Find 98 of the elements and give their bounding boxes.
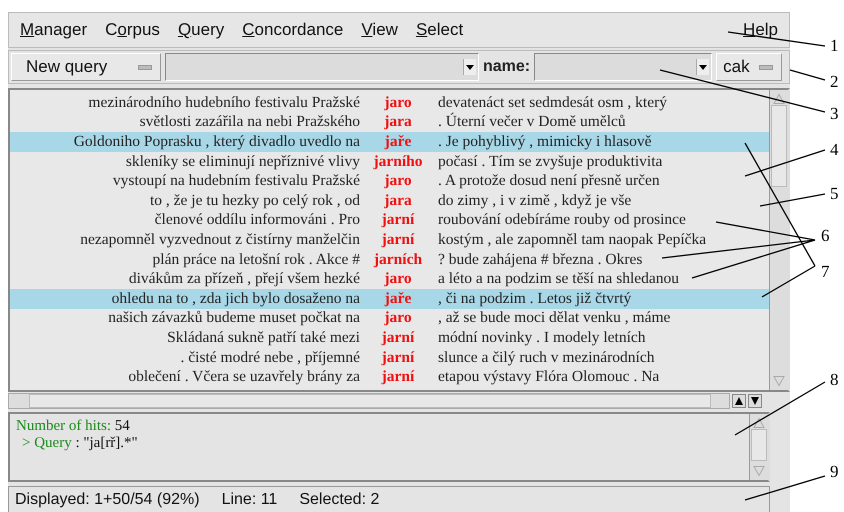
- right-context: etapou výstavy Flóra Olomouc . Na: [437, 368, 660, 386]
- menu-item[interactable]: Select: [408, 18, 470, 42]
- left-context: skleníky se eliminují nepříznivé vlivy: [124, 152, 360, 171]
- left-context: nezapomněl vyzvednout z čistírny manželčin: [79, 230, 360, 249]
- keyword: jarní: [380, 230, 416, 249]
- right-context: . Je pohyblivý , mimicky i hlasově: [437, 132, 652, 151]
- concordance-row[interactable]: plán práce na letošní rok . Akce # jarních ? bude zahájena # března . Okres: [10, 250, 769, 270]
- displayed-status: Displayed: 1+50/54 (92%): [15, 491, 200, 509]
- scroll-up-icon[interactable]: [753, 417, 765, 429]
- right-context: a léto a na podzim se těší na shledanou: [437, 270, 680, 288]
- callout-number: 5: [830, 184, 838, 204]
- left-context: to , že je tu hezky po celý rok , od: [148, 192, 360, 210]
- right-context: devatenáct set sedmdesát osm , který: [437, 94, 667, 112]
- right-context: kostým , ale zapomněl tam naopak Pepíčka: [437, 230, 706, 249]
- concordance-row[interactable]: vystoupí na hudebním festivalu Pražské jaro . A protože dosud není přesně určen: [10, 171, 769, 191]
- right-context: ? bude zahájena # března . Okres: [437, 250, 642, 269]
- left-context: . čisté modré nebe , příjemné: [180, 348, 360, 367]
- callout-number: 2: [830, 72, 838, 92]
- line-status: Line: 11: [222, 491, 278, 509]
- concordance-row[interactable]: našich závazků budeme muset počkat na jaro , až se bude moci dělat venku , máme: [10, 308, 769, 328]
- menu-item[interactable]: Concordance: [235, 18, 350, 42]
- hits-count: 54: [114, 418, 130, 434]
- right-context: , či na podzim . Letos již čtvrtý: [437, 290, 632, 308]
- concordance-row[interactable]: Goldoniho Poprasku , který divadlo uvedlo na jaře . Je pohyblivý , mimicky i hlasově: [10, 132, 769, 152]
- right-context: do zimy , i v zimě , když je vše: [437, 192, 632, 210]
- keyword: jaro: [383, 94, 413, 112]
- left-context: plán práce na letošní rok . Akce #: [152, 250, 360, 269]
- callout-number: 4: [830, 140, 838, 160]
- query-type-menu[interactable]: New query: [11, 53, 161, 81]
- horizontal-scrollbar[interactable]: [8, 393, 730, 409]
- callout-number: 1: [830, 36, 838, 56]
- hits-label: Number of hits:: [16, 418, 111, 434]
- keyword: jarních: [372, 250, 424, 269]
- vertical-scrollbar[interactable]: [769, 90, 788, 390]
- scroll-up-icon[interactable]: [773, 93, 785, 105]
- callout-number: 3: [830, 104, 838, 124]
- right-context: . Úterní večer v Domě umělců: [437, 113, 626, 132]
- left-context: světlosti zazářila na nebi Pražského: [138, 113, 360, 132]
- concordance-row[interactable]: oblečení . Včera se uzavřely brány za jarní etapou výstavy Flóra Olomouc . Na: [10, 367, 769, 387]
- scroll-thumb[interactable]: [751, 429, 767, 461]
- left-context: našich závazků budeme muset počkat na: [107, 309, 360, 328]
- menu-item[interactable]: View: [354, 18, 405, 42]
- concordance-row[interactable]: to , že je tu hezky po celý rok , od jara do zimy , i v zimě , když je vše: [10, 190, 769, 211]
- keyword: jaro: [383, 270, 413, 288]
- name-label: name:: [483, 58, 530, 76]
- menu-item[interactable]: Corpus: [98, 18, 167, 42]
- callout-number: 9: [830, 462, 838, 482]
- left-context: oblečení . Včera se uzavřely brány za: [127, 368, 360, 386]
- keyword: jara: [383, 113, 413, 132]
- concordance-row[interactable]: skleníky se eliminují nepříznivé vlivy jarního počasí . Tím se zvyšuje produktivita: [10, 152, 769, 172]
- keyword: jarní: [380, 211, 416, 230]
- selected-status: Selected: 2: [299, 491, 380, 509]
- callout-number: 6: [821, 226, 830, 246]
- scroll-thumb[interactable]: [771, 105, 787, 187]
- concordance-row[interactable]: mezinárodního hudebního festivalu Pražské jaro devatenáct set sedmdesát osm , který: [10, 93, 769, 113]
- concordance-row[interactable]: členové oddílu informováni . Pro jarní roubování odebíráme rouby od prosince: [10, 210, 769, 230]
- concordance-row[interactable]: divákům za přízeň , přejí všem hezké jaro a léto a na podzim se těší na shledanou: [10, 269, 769, 289]
- right-context: . A protože dosud není přesně určen: [437, 172, 660, 190]
- left-context: ohledu na to , zda jich bylo dosaženo na: [110, 290, 360, 308]
- corpus-menu[interactable]: cak: [716, 53, 782, 81]
- keyword: jarní: [380, 368, 416, 386]
- right-context: slunce a čilý ruch v mezinárodních: [437, 348, 654, 367]
- menu-item[interactable]: Manager: [13, 18, 94, 42]
- keyword: jarní: [380, 348, 416, 367]
- left-context: divákům za přízeň , přejí všem hezké: [128, 270, 360, 288]
- keyword: jara: [383, 192, 413, 210]
- name-field[interactable]: [534, 53, 712, 81]
- keyword: jaře: [384, 290, 412, 308]
- query-text: : "ja[rř].*": [75, 435, 138, 451]
- keyword: jarního: [372, 152, 424, 171]
- query-field[interactable]: [165, 53, 479, 81]
- right-context: , až se bude moci dělat venku , máme: [437, 309, 670, 328]
- keyword: jaro: [383, 172, 413, 190]
- up-arrow-button[interactable]: [732, 394, 746, 408]
- left-context: členové oddílu informováni . Pro: [154, 211, 360, 230]
- callout-number: 8: [830, 370, 838, 390]
- concordance-row[interactable]: . čisté modré nebe , příjemné jarní slunce a čilý ruch v mezinárodních: [10, 348, 769, 368]
- query-label: > Query: [22, 435, 72, 451]
- right-context: módní novinky . I modely letních: [437, 328, 646, 347]
- concordance-row[interactable]: Skládaná sukně patří také mezi jarní módní novinky . I modely letních: [10, 328, 769, 348]
- right-context: počasí . Tím se zvyšuje produktivita: [437, 152, 662, 171]
- concordance-row[interactable]: nezapomněl vyzvednout z čistírny manželčin jarní kostým , ale zapomněl tam naopak Pepíčka: [10, 230, 769, 250]
- callout-number: 7: [821, 262, 830, 282]
- concordance-row[interactable]: světlosti zazářila na nebi Pražského jara . Úterní večer v Domě umělců: [10, 112, 769, 132]
- keyword: jaře: [384, 132, 412, 151]
- left-context: mezinárodního hudebního festivalu Pražské: [87, 94, 360, 112]
- menu-item[interactable]: Help: [736, 18, 785, 42]
- menu-item[interactable]: Query: [170, 18, 232, 42]
- keyword: jaro: [383, 309, 413, 328]
- left-context: Skládaná sukně patří také mezi: [166, 328, 360, 347]
- left-context: Goldoniho Poprasku , který divadlo uvedlo na: [72, 132, 360, 151]
- right-context: roubování odebíráme rouby od prosince: [437, 211, 686, 230]
- left-context: vystoupí na hudebním festivalu Pražské: [112, 172, 360, 190]
- vertical-scrollbar[interactable]: [749, 414, 768, 480]
- keyword: jarní: [380, 328, 416, 347]
- scroll-thumb[interactable]: [29, 394, 711, 408]
- down-arrow-button[interactable]: [748, 394, 762, 408]
- concordance-row[interactable]: ohledu na to , zda jich bylo dosaženo na jaře , či na podzim . Letos již čtvrtý: [10, 288, 769, 309]
